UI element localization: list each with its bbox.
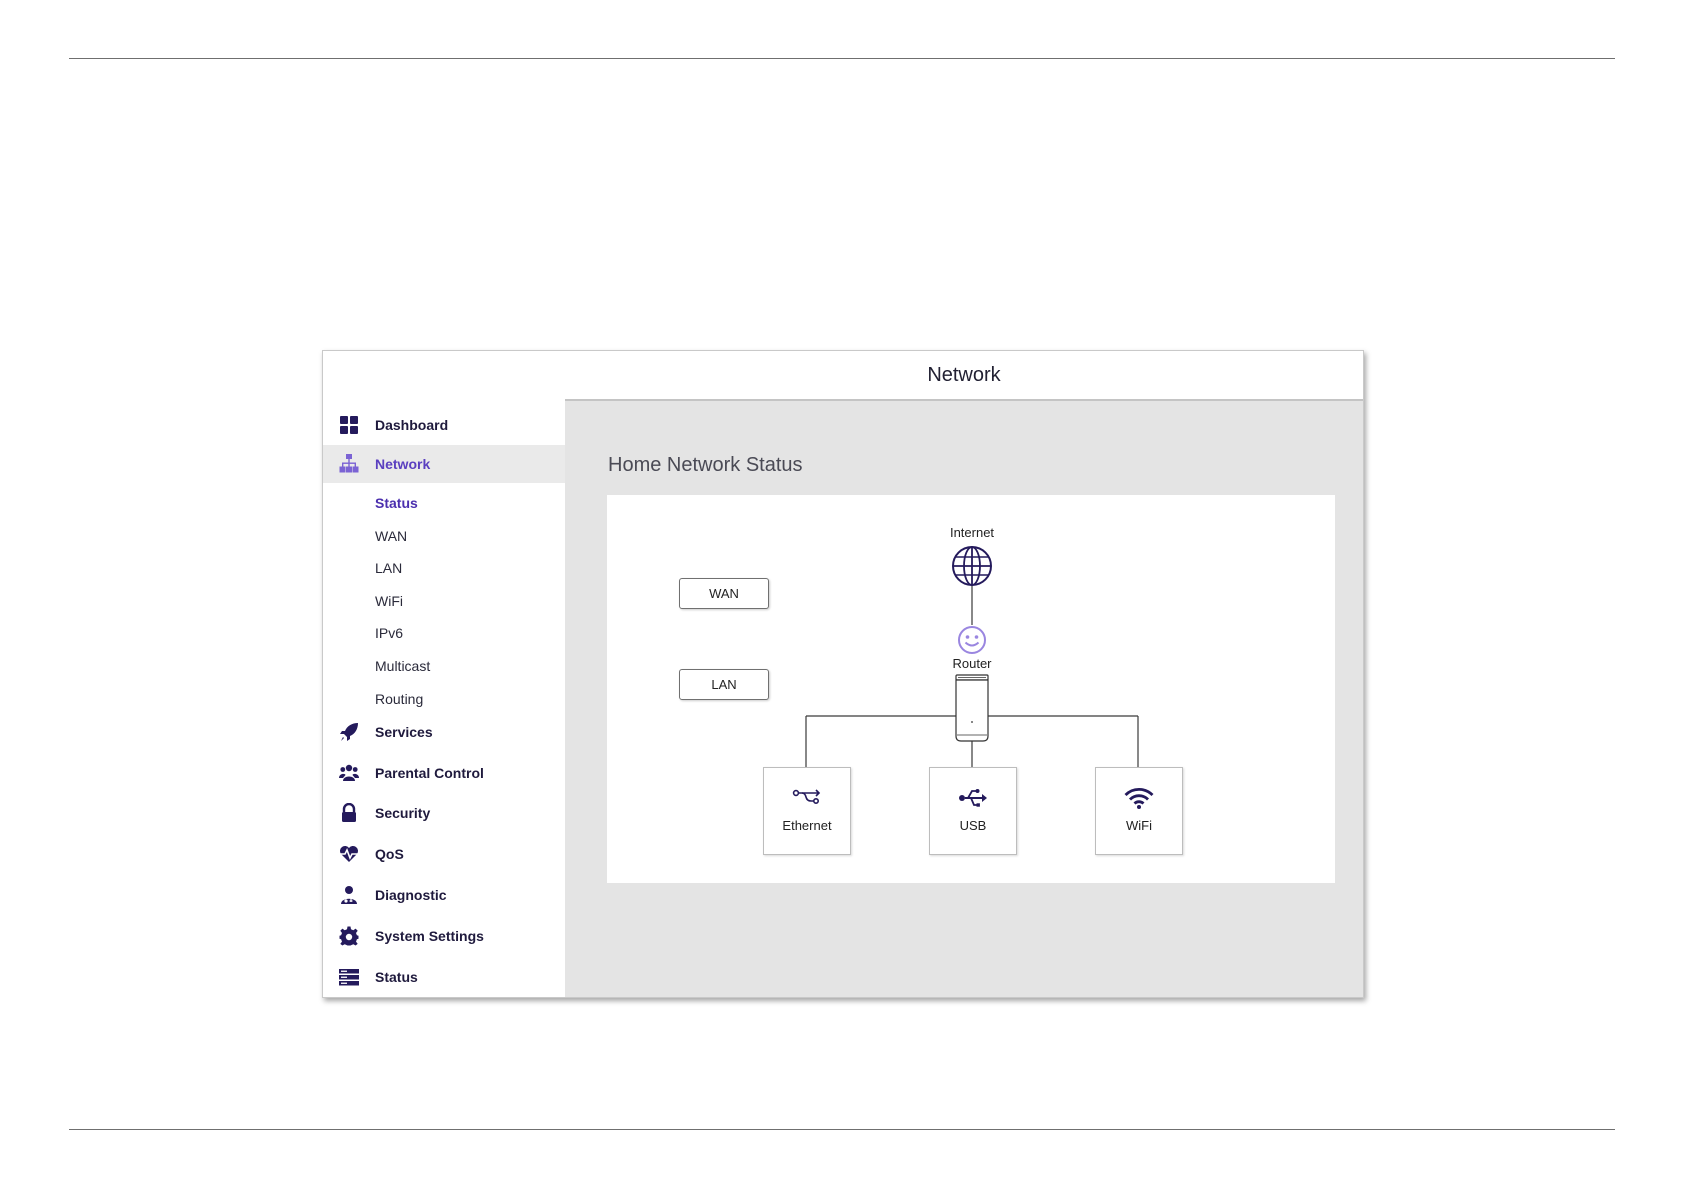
smiley-status-icon	[958, 626, 986, 654]
sidebar-item-label: Security	[375, 805, 431, 821]
wifi-icon	[1124, 788, 1154, 809]
page-title: Network	[927, 363, 1001, 386]
sidebar-subitem-status[interactable]: Status	[375, 495, 418, 511]
sidebar-item-status[interactable]: Status	[323, 958, 565, 996]
sidebar-item-label: Parental Control	[375, 765, 484, 781]
sidebar-item-security[interactable]: Security	[323, 794, 565, 832]
server-icon	[339, 967, 359, 987]
lan-button[interactable]: LAN	[679, 669, 769, 700]
sidebar-item-label: Status	[375, 969, 418, 985]
sidebar-item-label: QoS	[375, 846, 404, 862]
ethernet-label: Ethernet	[782, 818, 832, 833]
bottom-divider	[69, 1129, 1615, 1130]
wan-button[interactable]: WAN	[679, 578, 769, 609]
sidebar-subitem-multicast[interactable]: Multicast	[375, 658, 430, 674]
ethernet-device-card[interactable]: Ethernet	[763, 767, 851, 855]
globe-icon	[952, 546, 992, 586]
sidebar-item-label: System Settings	[375, 928, 484, 944]
sidebar-item-diagnostic[interactable]: Diagnostic	[323, 876, 565, 914]
sidebar-item-system-settings[interactable]: System Settings	[323, 917, 565, 955]
sidebar-subitem-wan[interactable]: WAN	[375, 528, 407, 544]
usb-device-card[interactable]: USB	[929, 767, 1017, 855]
top-divider	[69, 58, 1615, 59]
sidebar-item-qos[interactable]: QoS	[323, 835, 565, 873]
main-content: Home Network Status Internet Router WAN …	[565, 401, 1363, 997]
heartbeat-icon	[339, 844, 359, 864]
sidebar-item-parental-control[interactable]: Parental Control	[323, 754, 565, 792]
sidebar-item-dashboard[interactable]: Dashboard	[323, 406, 565, 444]
sidebar-item-label: Network	[375, 456, 431, 472]
router-ui-window: Dashboard Network Status WAN LAN WiFi IP…	[322, 350, 1364, 998]
router-label: Router	[952, 656, 992, 671]
sidebar-item-label: Diagnostic	[375, 887, 447, 903]
lock-icon	[339, 803, 359, 823]
section-title: Home Network Status	[608, 454, 803, 476]
sidebar-item-label: Dashboard	[375, 417, 449, 433]
sidebar-item-services[interactable]: Services	[323, 713, 565, 751]
doctor-icon	[339, 885, 359, 905]
ethernet-icon	[792, 789, 821, 805]
sidebar-subitem-routing[interactable]: Routing	[375, 691, 423, 707]
wifi-device-card[interactable]: WiFi	[1095, 767, 1183, 855]
usb-icon	[959, 789, 987, 807]
network-diagram-panel: Internet Router WAN LAN Ethernet USB WiF…	[607, 495, 1335, 883]
dashboard-icon	[339, 415, 359, 435]
users-icon	[339, 763, 359, 783]
page-header: Network	[565, 351, 1363, 401]
wifi-label: WiFi	[1126, 818, 1152, 833]
sidebar-item-network[interactable]: Network	[323, 445, 565, 483]
sidebar: Dashboard Network Status WAN LAN WiFi IP…	[323, 351, 565, 997]
rocket-icon	[339, 722, 359, 742]
router-icon[interactable]	[954, 674, 990, 744]
usb-label: USB	[959, 818, 987, 833]
sidebar-subitem-ipv6[interactable]: IPv6	[375, 625, 403, 641]
sidebar-item-label: Services	[375, 724, 433, 740]
network-icon	[339, 454, 359, 474]
gear-icon	[339, 926, 359, 946]
sidebar-subitem-wifi[interactable]: WiFi	[375, 593, 403, 609]
internet-label: Internet	[949, 525, 995, 540]
sidebar-subitem-lan[interactable]: LAN	[375, 560, 402, 576]
